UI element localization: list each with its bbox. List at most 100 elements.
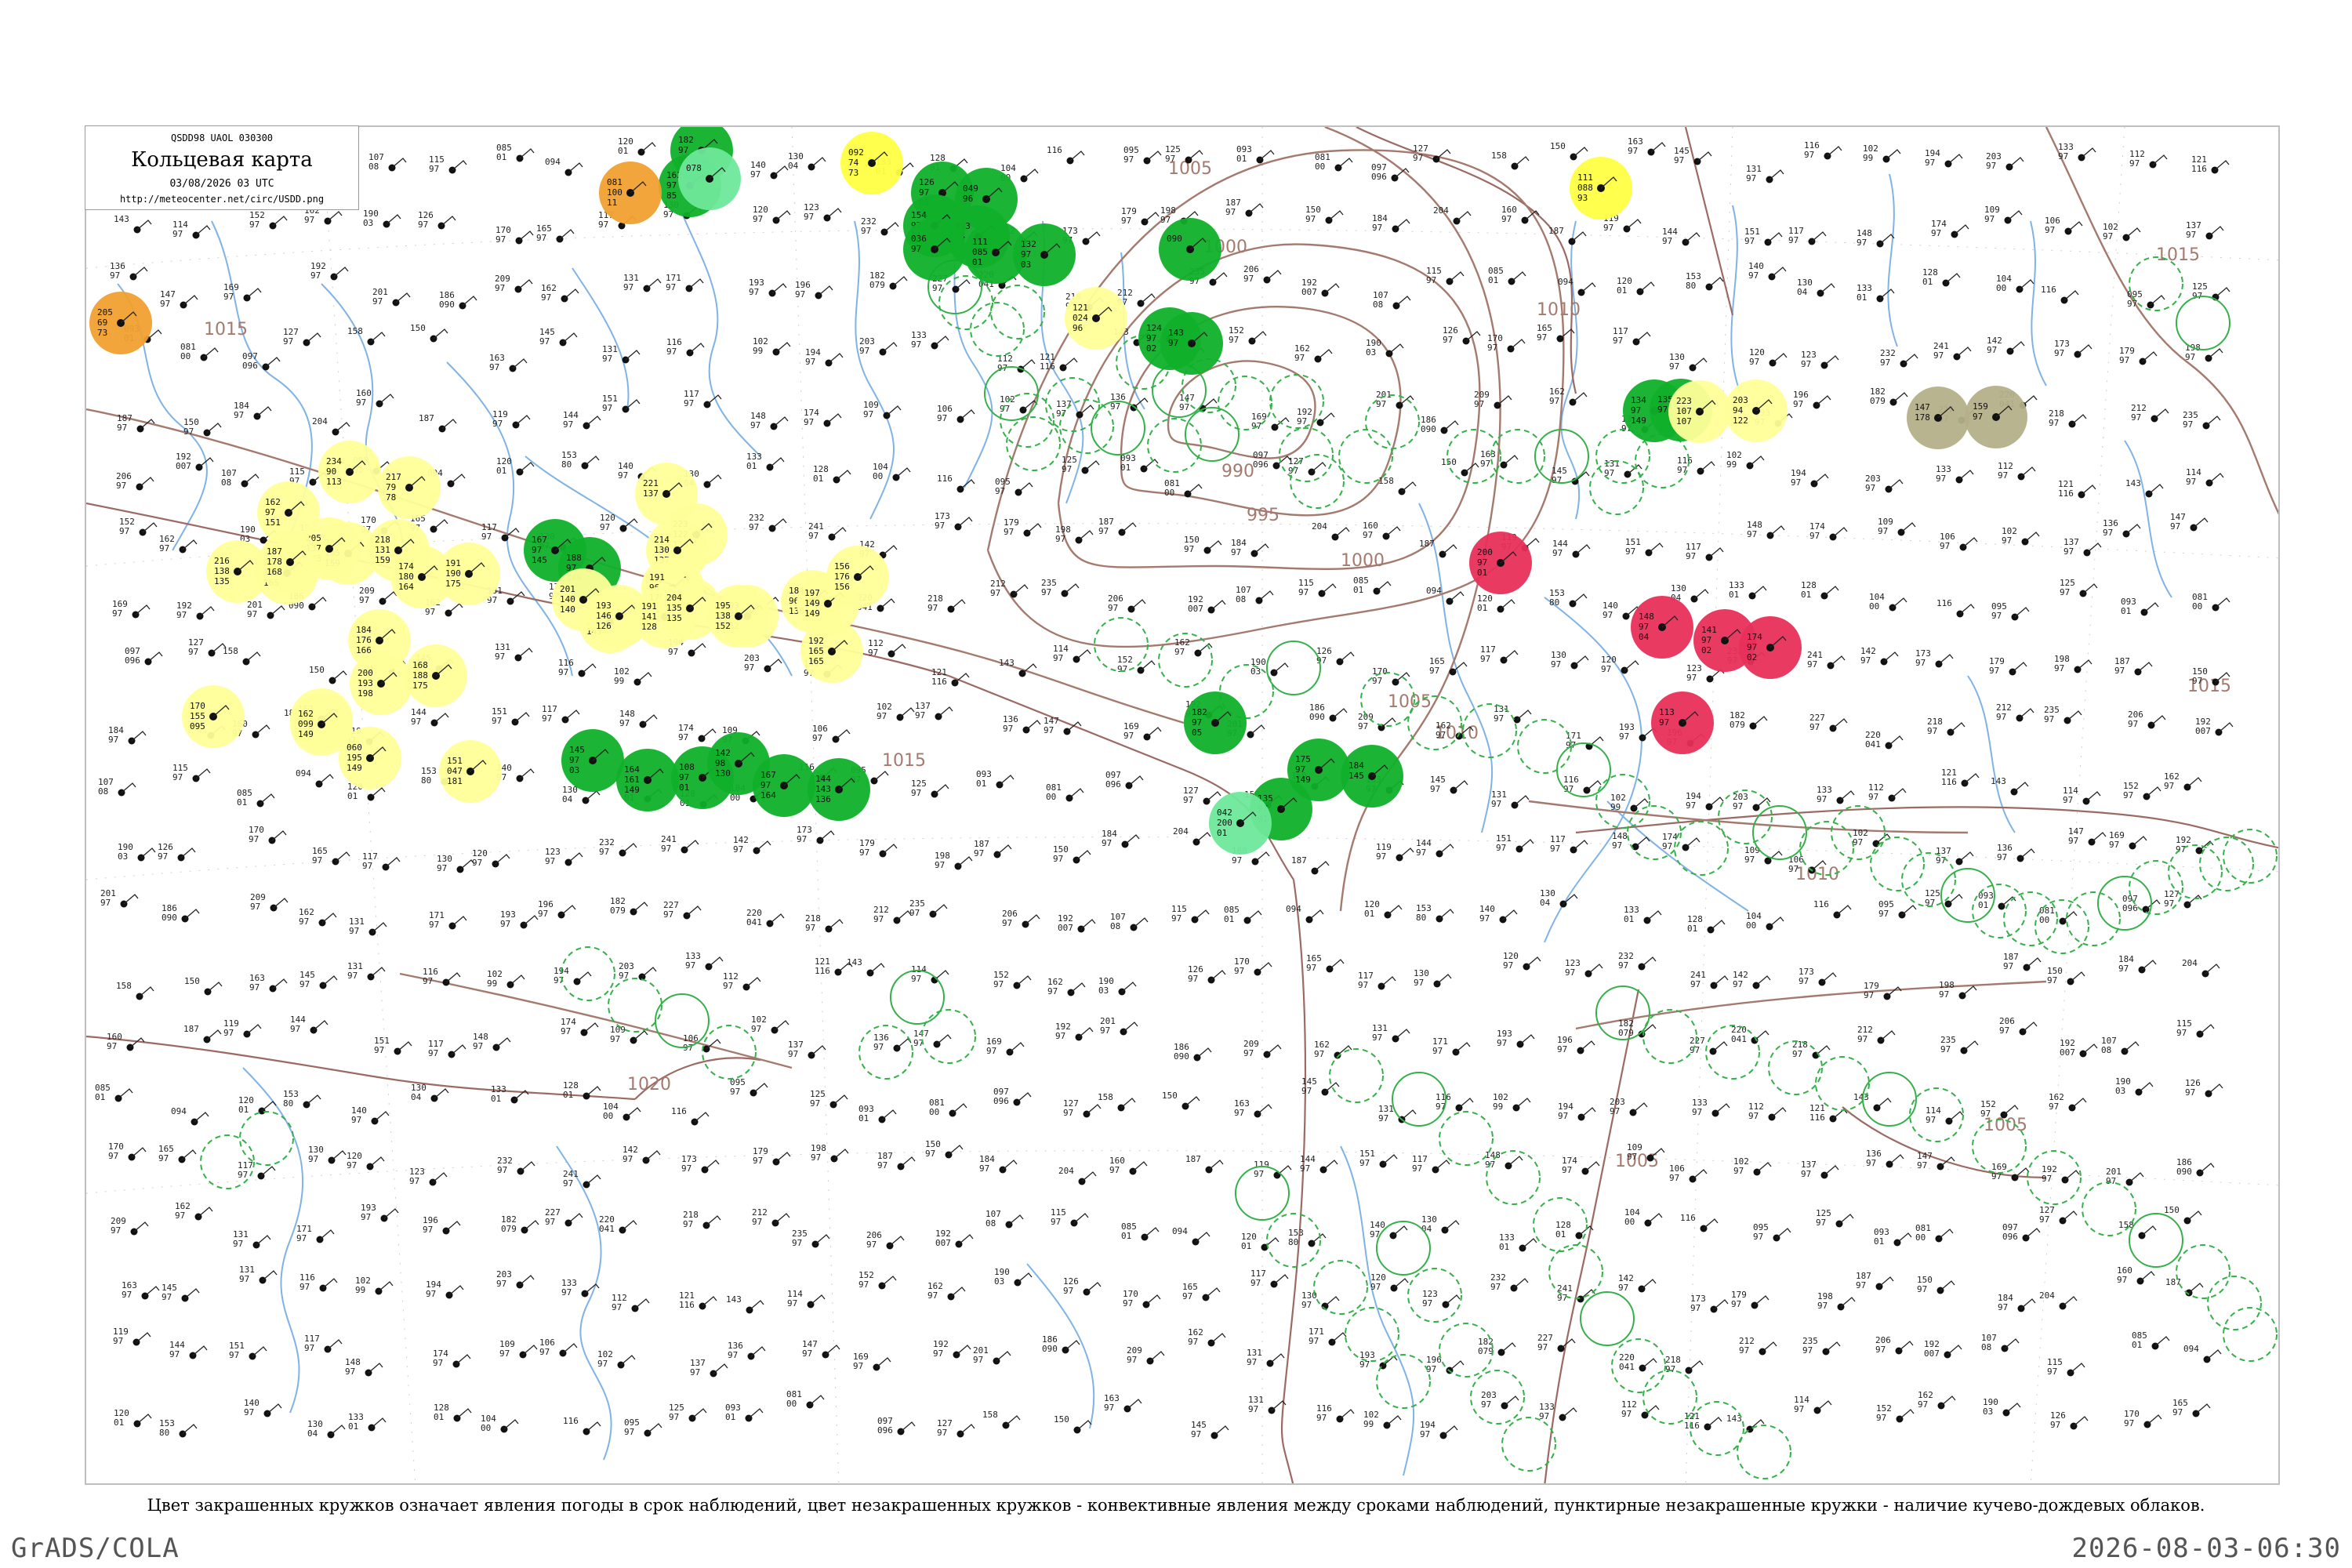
wind-barb <box>2019 708 2034 719</box>
wind-barb <box>118 1088 133 1099</box>
wind-barb <box>1329 959 1345 970</box>
cb-ring <box>1501 1417 1556 1472</box>
station-value: 97 <box>1055 534 1065 544</box>
station-value: 97 <box>1980 1109 1991 1119</box>
station-plot: 10697 <box>812 724 851 743</box>
wind-barb <box>2218 722 2234 733</box>
station-value: 007 <box>2060 1047 2075 1058</box>
station-value: 04 <box>1797 287 1808 297</box>
station-value: 04 <box>1540 898 1551 908</box>
wind-barb <box>1062 358 1078 368</box>
station-value: 079 <box>1730 720 1745 730</box>
station-plot: 16597 <box>1306 953 1345 973</box>
station-value: 97 <box>2123 790 2133 800</box>
weather-circle-value: 085 <box>972 247 988 257</box>
station-plot: 11597 <box>172 763 211 782</box>
weather-circle-drizzle_pale: 187178168 <box>259 531 321 593</box>
weather-circle-value: 197 <box>804 588 820 598</box>
station-value: 03 <box>1983 1406 1993 1417</box>
station-plot: 18497 <box>1998 1293 2036 1312</box>
station-plot: 17397 <box>681 1154 720 1174</box>
station-plot: 20197 <box>372 287 411 307</box>
wind-barb <box>774 1020 789 1031</box>
weather-circle-value: 121 <box>1073 303 1088 313</box>
station-value: 00 <box>786 1399 797 1409</box>
weather-circle-value: 142 <box>715 748 731 758</box>
wind-barb <box>181 1149 197 1160</box>
station-plot: 204 <box>1433 205 1472 225</box>
weather-circle-drizzle_pale: 170155095 <box>182 685 245 748</box>
station-value: 97 <box>1412 1163 1422 1174</box>
station-plot: 11597 <box>2176 1018 2215 1038</box>
station-plot: 21897 <box>805 913 844 933</box>
wind-barb <box>633 902 648 913</box>
station-plot: 09301 <box>1874 1227 1912 1247</box>
wind-barb <box>1715 1103 1730 1114</box>
station-plot: 10299 <box>355 1276 394 1295</box>
station-value: 97 <box>229 1350 239 1360</box>
station-value: 00 <box>929 1107 939 1117</box>
station-value: 97 <box>863 409 873 419</box>
wind-barb <box>1266 1044 1282 1055</box>
wind-barb <box>1388 343 1404 354</box>
station-plot: 24197 <box>808 521 847 541</box>
wind-barb <box>335 851 350 862</box>
wind-barb <box>2205 964 2220 975</box>
wind-barb <box>194 1112 209 1123</box>
station-plot: 16397 <box>1234 1098 1272 1118</box>
wind-barb <box>1526 956 1541 967</box>
station-value: 08 <box>368 162 379 172</box>
station-value: 97 <box>1627 1152 1637 1162</box>
station-plot: 182079 <box>1478 1337 1516 1356</box>
wind-barb <box>1439 844 1454 855</box>
station-plot: 17997 <box>753 1146 791 1166</box>
wind-barb <box>647 1423 662 1434</box>
station-value: 97 <box>1234 966 1244 976</box>
wind-barb <box>1573 655 1589 666</box>
wind-barb <box>495 1037 511 1048</box>
station-plot: 18797 <box>877 1151 916 1171</box>
station-plot: 14497 <box>290 1014 328 1034</box>
wind-barb <box>136 1332 151 1343</box>
station-plot: 10299 <box>1863 143 1901 163</box>
station-plot: 16097 <box>1363 521 1401 540</box>
cb-ring <box>1556 742 1611 797</box>
station-plot: 14497 <box>1662 227 1700 246</box>
weather-circle-value: 188 <box>566 553 582 563</box>
wind-barb <box>1824 586 1839 597</box>
wind-barb <box>2193 517 2209 528</box>
station-plot: 17397 <box>797 825 835 844</box>
station-value: 97 <box>1748 1111 1759 1121</box>
cb-ring <box>1972 884 2027 938</box>
station-plot: 20397 <box>1865 474 1904 493</box>
station-value: 97 <box>423 1225 433 1235</box>
station-plot: 13097 <box>1414 968 1452 988</box>
station-plot: 19697 <box>1793 390 1831 409</box>
station-value: 04 <box>562 794 573 804</box>
station-value: 158 <box>982 1410 998 1420</box>
station-plot: 17197 <box>429 910 467 930</box>
render-timestamp: 2026-08-03-06:30 <box>2071 1533 2341 1564</box>
station-value: 97 <box>753 214 763 224</box>
wind-barb <box>1710 920 1726 931</box>
wind-barb <box>956 1345 971 1356</box>
wind-barb <box>1938 1229 1954 1240</box>
station-value: 97 <box>1878 526 1888 536</box>
station-plot: 13301 <box>491 1084 529 1104</box>
weather-circle-value: 047 <box>447 766 463 776</box>
station-plot: 11297 <box>612 1293 650 1312</box>
station-value: 97 <box>812 733 822 743</box>
station-value: 97 <box>1603 223 1613 233</box>
station-value: 97 <box>304 215 314 225</box>
station-value: 97 <box>935 860 945 870</box>
station-value: 01 <box>1364 909 1374 919</box>
map-url[interactable]: http://meteocenter.net/circ/USDD.png <box>85 194 358 205</box>
wind-barb <box>1020 359 1036 370</box>
wind-barb <box>2077 344 2092 355</box>
station-value: 97 <box>1053 653 1063 663</box>
station-value: 97 <box>618 470 628 481</box>
station-plot: 220041 <box>1731 1025 1769 1044</box>
weather-circle-value: 97 <box>1477 557 1487 568</box>
wind-barb <box>2004 1338 2020 1349</box>
weather-circle-value: 151 <box>447 756 463 766</box>
